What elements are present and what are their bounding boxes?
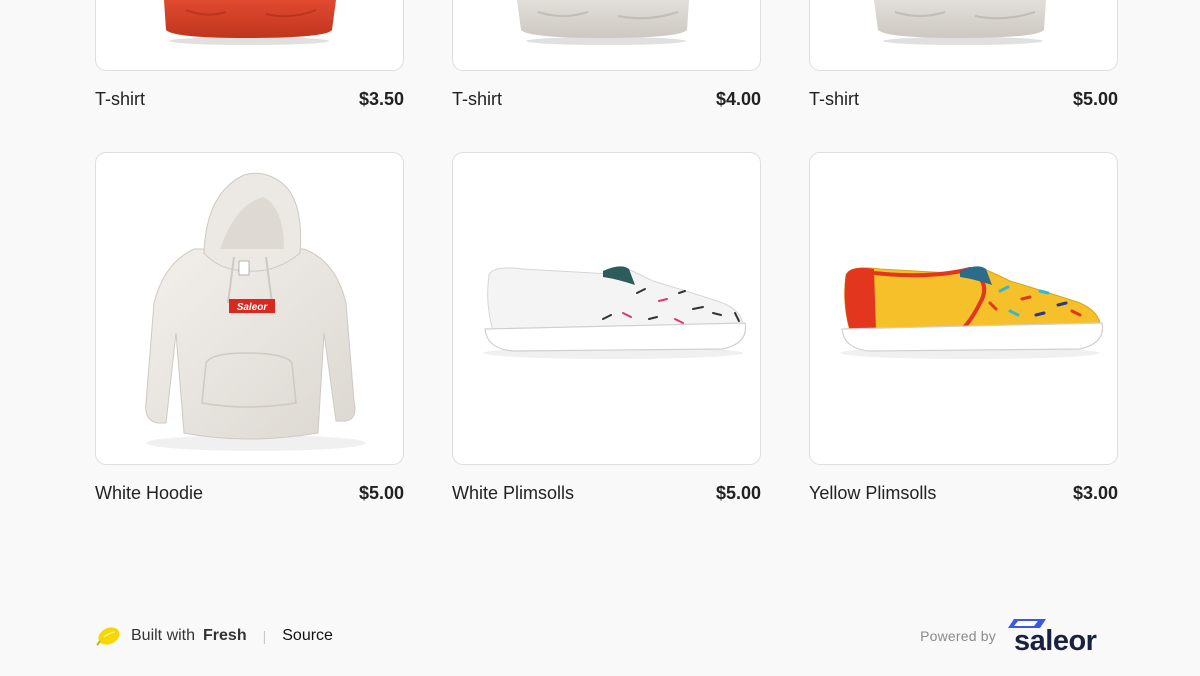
white-hoodie-image: Saleor	[145, 172, 366, 451]
product-image[interactable]	[95, 0, 404, 71]
product-image[interactable]: Saleor	[95, 152, 404, 465]
product-name[interactable]: T-shirt	[452, 88, 502, 110]
powered-by: Powered by saleor	[920, 616, 1106, 656]
powered-by-text: Powered by	[920, 628, 996, 644]
product-image[interactable]	[452, 0, 761, 71]
yellow-plimsoll-image	[840, 266, 1104, 359]
product-image[interactable]	[809, 0, 1118, 71]
product-card-tshirt-grey-2[interactable]: T-shirt $5.00	[809, 0, 1118, 110]
grey-tshirt-image	[874, 0, 1046, 45]
hoodie-brand-label: Saleor	[237, 302, 269, 313]
source-link[interactable]: Source	[282, 627, 333, 645]
product-meta: T-shirt $4.00	[452, 88, 761, 110]
red-tshirt-image	[164, 0, 336, 45]
product-meta: White Plimsolls $5.00	[452, 482, 761, 504]
product-card-tshirt-grey-1[interactable]: T-shirt $4.00	[452, 0, 761, 110]
product-price: $4.00	[715, 89, 761, 109]
footer-credits: Built with Fresh | Source	[96, 624, 333, 648]
footer-separator: |	[262, 628, 267, 644]
product-price: $5.00	[1072, 89, 1118, 109]
product-meta: T-shirt $5.00	[809, 88, 1118, 110]
product-price: $5.00	[358, 483, 404, 503]
product-price: $5.00	[715, 483, 761, 503]
product-card-tshirt-red[interactable]: T-shirt $3.50	[95, 0, 404, 110]
product-name[interactable]: Yellow Plimsolls	[809, 482, 936, 504]
built-with-text: Built with	[131, 627, 196, 644]
product-price: $3.50	[358, 89, 404, 109]
product-card-yellow-plimsolls[interactable]: Yellow Plimsolls $3.00	[809, 152, 1118, 504]
product-meta: Yellow Plimsolls $3.00	[809, 482, 1118, 504]
product-image[interactable]	[809, 152, 1118, 465]
product-meta: T-shirt $3.50	[95, 88, 404, 110]
grey-tshirt-image	[517, 0, 689, 45]
product-meta: White Hoodie $5.00	[95, 482, 404, 504]
product-price: $3.00	[1072, 483, 1118, 503]
product-name[interactable]: White Plimsolls	[452, 482, 574, 504]
product-name[interactable]: T-shirt	[95, 88, 145, 110]
fresh-link[interactable]: Fresh	[203, 627, 247, 645]
saleor-logo[interactable]: saleor	[1008, 616, 1106, 656]
lemon-icon	[96, 627, 120, 646]
product-card-white-plimsolls[interactable]: White Plimsolls $5.00	[452, 152, 761, 504]
saleor-wordmark: saleor	[1014, 625, 1097, 657]
product-name[interactable]: White Hoodie	[95, 482, 203, 504]
product-image[interactable]	[452, 152, 761, 465]
white-plimsoll-image	[483, 266, 747, 359]
product-card-white-hoodie[interactable]: Saleor White Hoodie $5.00	[95, 152, 404, 504]
product-name[interactable]: T-shirt	[809, 88, 859, 110]
